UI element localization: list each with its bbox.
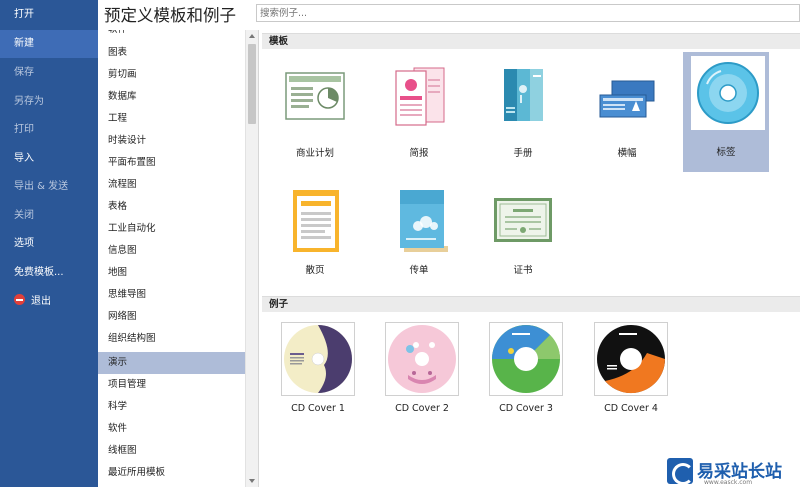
example-cd-cover-4[interactable]: CD Cover 4	[586, 322, 672, 422]
category-item-network[interactable]: 网络图	[98, 306, 245, 328]
category-item-charts[interactable]: 图表	[98, 42, 245, 64]
category-item-partial[interactable]: 软件	[98, 30, 245, 41]
scroll-up-icon[interactable]	[249, 34, 255, 38]
site-watermark: 易采站长站 www.easck.com	[664, 455, 800, 487]
certificate-icon	[486, 184, 560, 258]
template-label: 横幅	[617, 148, 637, 159]
brief-icon	[382, 59, 456, 133]
example-label: CD Cover 2	[395, 403, 449, 414]
template-flyer[interactable]: 散页	[272, 178, 358, 298]
cd-cover-4-thumbnail	[594, 322, 668, 396]
category-item-wireframe[interactable]: 线框图	[98, 440, 245, 462]
category-item-infographic[interactable]: 信息图	[98, 240, 245, 262]
nav-exit-label: 退出	[31, 296, 51, 307]
category-item-software[interactable]: 软件	[98, 418, 245, 440]
example-cd-cover-3[interactable]: CD Cover 3	[481, 322, 567, 422]
example-cd-cover-1[interactable]: CD Cover 1	[273, 322, 359, 422]
category-item-science[interactable]: 科学	[98, 396, 245, 418]
template-brochure[interactable]: 手册	[480, 53, 566, 173]
nav-close[interactable]: 关闭	[0, 202, 98, 230]
cd-cover-2-thumbnail	[385, 322, 459, 396]
nav-free-templates[interactable]: 免费模板...	[0, 259, 98, 287]
nav-export-send[interactable]: 导出 & 发送	[0, 173, 98, 201]
category-list: 软件 图表 剪切画 数据库 工程 时装设计 平面布置图 流程图 表格 工业自动化…	[98, 30, 245, 487]
template-leaflet[interactable]: 传单	[376, 178, 462, 298]
templates-section-header: 模板	[262, 33, 800, 49]
nav-save[interactable]: 保存	[0, 59, 98, 87]
category-item-table[interactable]: 表格	[98, 196, 245, 218]
category-scrollbar[interactable]	[245, 30, 258, 487]
flyer-icon	[278, 184, 352, 258]
template-cd-label[interactable]: 标签	[683, 52, 769, 172]
template-label: 传单	[409, 265, 429, 276]
template-business-plan[interactable]: 商业计划	[272, 53, 358, 173]
file-menu-sidebar: 打开 新建 保存 另存为 打印 导入 导出 & 发送 关闭 选项 免费模板...…	[0, 0, 98, 487]
watermark-subtext: www.easck.com	[704, 479, 753, 486]
business-plan-icon	[278, 59, 352, 133]
category-item-org-chart[interactable]: 组织结构图	[98, 328, 245, 350]
example-cd-cover-2[interactable]: CD Cover 2	[377, 322, 463, 422]
category-item-industrial[interactable]: 工业自动化	[98, 218, 245, 240]
banner-icon	[590, 59, 664, 133]
category-item-project[interactable]: 项目管理	[98, 374, 245, 396]
category-item-presentation[interactable]: 演示	[98, 352, 245, 374]
category-item-map[interactable]: 地图	[98, 262, 245, 284]
example-label: CD Cover 4	[604, 403, 658, 414]
example-label: CD Cover 1	[291, 403, 345, 414]
nav-print[interactable]: 打印	[0, 116, 98, 144]
nav-save-as[interactable]: 另存为	[0, 88, 98, 116]
nav-exit[interactable]: 退出	[0, 288, 98, 316]
category-item-mindmap[interactable]: 思维导图	[98, 284, 245, 306]
app-window: 打开 新建 保存 另存为 打印 导入 导出 & 发送 关闭 选项 免费模板...…	[0, 0, 800, 487]
scroll-thumb[interactable]	[248, 44, 256, 124]
template-label: 简报	[409, 148, 429, 159]
cd-cover-1-thumbnail	[281, 322, 355, 396]
category-item-engineering[interactable]: 工程	[98, 108, 245, 130]
cd-label-icon	[691, 56, 765, 130]
template-label: 证书	[513, 265, 533, 276]
template-certificate[interactable]: 证书	[480, 178, 566, 298]
search-input[interactable]	[256, 4, 800, 22]
template-label: 标签	[716, 147, 736, 158]
category-item-recent[interactable]: 最近所用模板	[98, 462, 245, 484]
category-item-clipart[interactable]: 剪切画	[98, 64, 245, 86]
site-logo-icon	[667, 458, 694, 485]
template-label: 商业计划	[295, 148, 334, 159]
category-panel: 软件 图表 剪切画 数据库 工程 时装设计 平面布置图 流程图 表格 工业自动化…	[98, 30, 259, 487]
example-label: CD Cover 3	[499, 403, 553, 414]
nav-import[interactable]: 导入	[0, 145, 98, 173]
examples-section-header: 例子	[262, 296, 800, 312]
template-label: 手册	[513, 148, 533, 159]
template-brief[interactable]: 简报	[376, 53, 462, 173]
template-label: 散页	[305, 265, 325, 276]
category-item-floor-plan[interactable]: 平面布置图	[98, 152, 245, 174]
category-item-database[interactable]: 数据库	[98, 86, 245, 108]
nav-open[interactable]: 打开	[0, 1, 98, 29]
leaflet-icon	[382, 184, 456, 258]
template-banner[interactable]: 横幅	[584, 53, 670, 173]
page-title: 预定义模板和例子	[104, 6, 236, 25]
brochure-icon	[486, 59, 560, 133]
category-item-flowchart[interactable]: 流程图	[98, 174, 245, 196]
exit-icon	[14, 294, 25, 305]
category-item-fashion[interactable]: 时装设计	[98, 130, 245, 152]
nav-options[interactable]: 选项	[0, 230, 98, 258]
nav-new[interactable]: 新建	[0, 30, 98, 58]
cd-cover-3-thumbnail	[489, 322, 563, 396]
scroll-down-icon[interactable]	[249, 479, 255, 483]
